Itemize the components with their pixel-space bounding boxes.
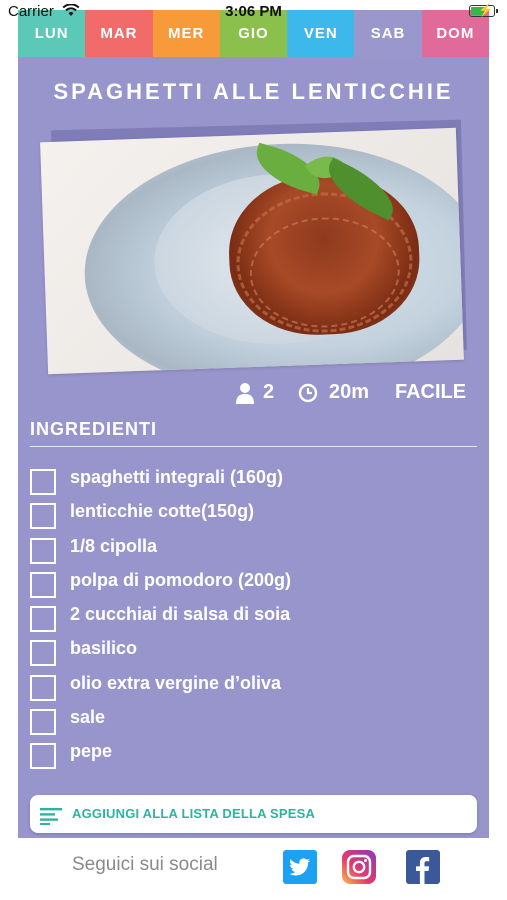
tab-label: LUN [34,25,69,42]
tab-label: MAR [100,25,138,42]
facebook-icon[interactable] [406,850,440,884]
recipe-photo [40,127,464,375]
ingredient-item[interactable]: lenticchie cotte(150g) [30,497,480,531]
ingredient-item[interactable]: 2 cucchiai di salsa di soia [30,600,480,634]
ingredient-checkbox[interactable] [30,571,56,598]
follow-text: Seguici sui social [72,854,218,875]
ingredient-checkbox[interactable] [30,640,56,667]
ingredient-label: pepe [70,741,113,762]
difficulty: FACILE [395,381,467,403]
recipe-meta: 2 20m FACILE [18,381,489,407]
servings-count: 2 [263,381,275,403]
ingredient-label: sale [70,707,106,728]
ingredient-item[interactable]: olio extra vergine d’oliva [30,669,480,703]
ingredient-item[interactable]: basilico [30,634,480,668]
ingredient-label: polpa di pomodoro (200g) [70,569,291,590]
person-icon [236,383,254,404]
ingredient-checkbox[interactable] [30,469,56,495]
recipe-title: SPAGHETTI ALLE LENTICCHIE [53,79,454,104]
duration: 20m [329,381,370,403]
tab-label: VEN [303,25,338,42]
ingredient-label: basilico [70,638,138,659]
ingredient-item[interactable]: 1/8 cipolla [30,532,480,566]
status-bar: Carrier 3:06 PM ⚡ [0,0,507,22]
ingredient-checkbox[interactable] [30,606,56,633]
ingredient-checkbox[interactable] [30,537,56,564]
add-to-list-label: AGGIUNGI ALLA LISTA DELLA SPESA [72,806,316,821]
recipe-screen: Carrier 3:06 PM ⚡ LUN MAR MER GIO VEN SA… [0,0,507,900]
ingredient-label: 2 cucchiai di salsa di soia [70,604,291,625]
ingredient-label: lenticchie cotte(150g) [70,501,255,522]
ingredient-checkbox[interactable] [30,503,56,530]
ingredient-label: 1/8 cipolla [70,535,158,556]
list-icon [40,808,62,825]
ingredients-list: spaghetti integrali (160g) lenticchie co… [30,463,480,772]
twitter-icon[interactable] [283,850,317,884]
ingredient-item[interactable]: sale [30,703,480,737]
instagram-icon[interactable] [342,850,376,884]
recipe-card: SPAGHETTI ALLE LENTICCHIE 2 20m FACILE I… [18,57,489,838]
tab-label: MER [168,25,205,42]
ingredient-checkbox[interactable] [30,743,56,770]
ingredient-checkbox[interactable] [30,709,56,736]
ingredient-item[interactable]: spaghetti integrali (160g) [30,463,480,497]
tab-label: GIO [238,25,269,42]
clock-icon [298,383,318,403]
status-time: 3:06 PM [225,3,282,20]
add-to-shopping-list-button[interactable]: AGGIUNGI ALLA LISTA DELLA SPESA [30,795,477,833]
tab-label: DOM [436,25,475,42]
tab-label: SAB [370,25,406,42]
ingredients-title: INGREDIENTI [30,419,158,439]
footer: Seguici sui social [0,838,507,900]
ingredient-label: spaghetti integrali (160g) [70,467,284,487]
ingredient-label: olio extra vergine d’oliva [70,672,282,693]
battery-icon: ⚡ [469,3,498,17]
ingredient-item[interactable]: polpa di pomodoro (200g) [30,566,480,600]
ingredient-checkbox[interactable] [30,674,56,701]
divider [30,446,477,447]
ingredient-item[interactable]: pepe [30,737,480,771]
